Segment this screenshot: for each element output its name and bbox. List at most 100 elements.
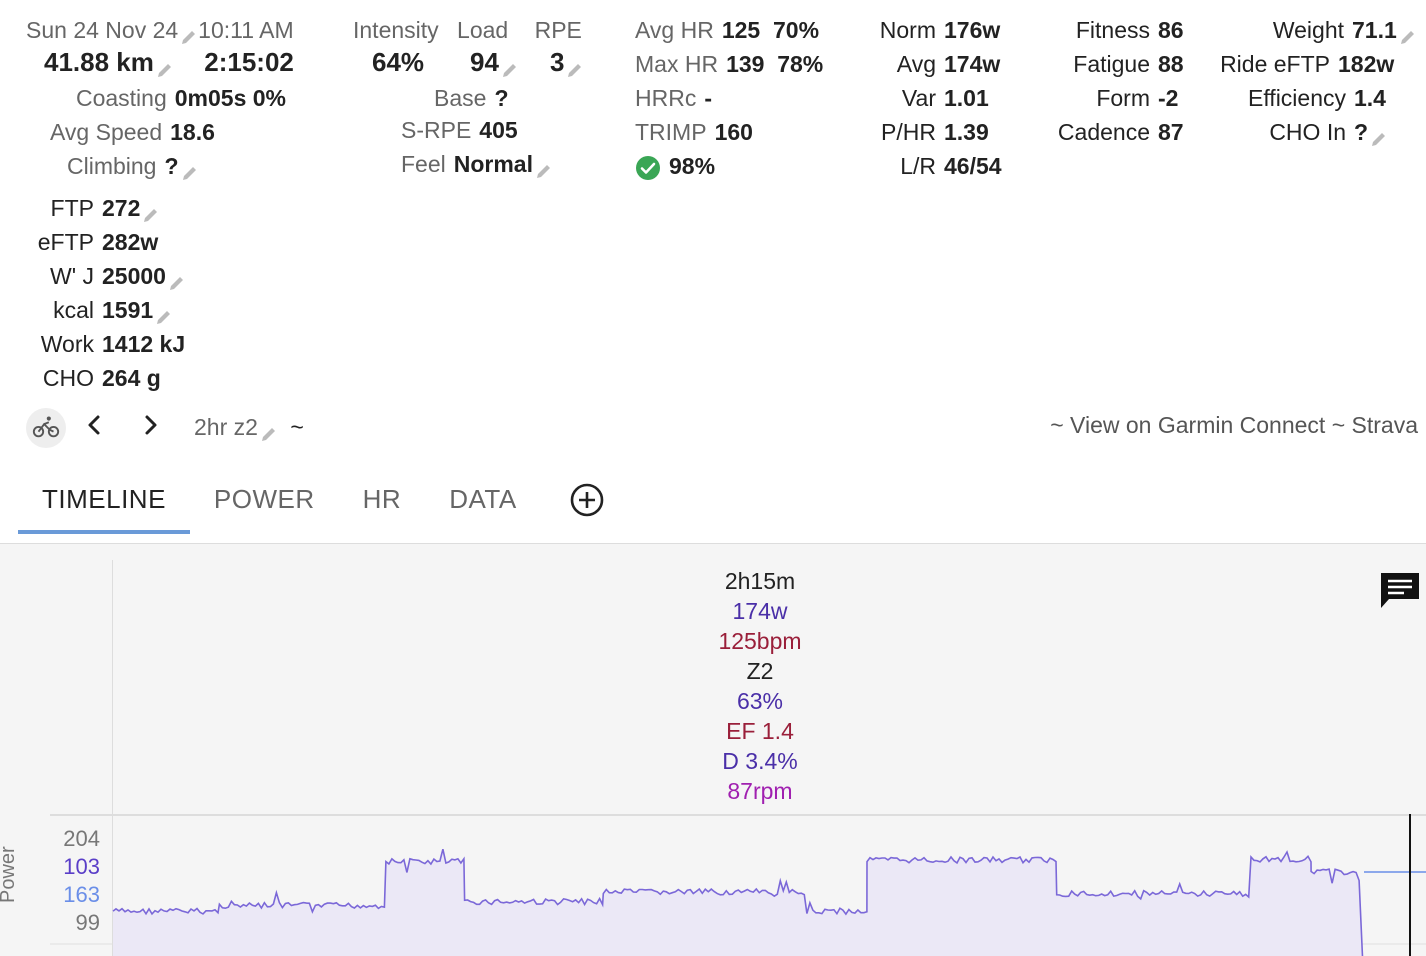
phr-value-wrap: 1.39 [936, 117, 989, 147]
form-value-wrap: -2 [1150, 83, 1178, 113]
srpe-row: S-RPE 405 [401, 115, 518, 145]
feel-label: Feel [401, 151, 446, 177]
cadence-value: 87 [1158, 119, 1184, 145]
hrrc-label: HRRc [635, 85, 697, 111]
edit-ftp-pencil-icon[interactable] [142, 201, 160, 222]
edit-feel-pencil-icon[interactable] [535, 157, 553, 178]
edit-distance-pencil-icon[interactable] [156, 56, 174, 77]
climbing-value: ? [164, 153, 179, 179]
next-activity-button[interactable] [135, 412, 165, 442]
fatigue-value: 88 [1158, 51, 1184, 77]
trimp-label: TRIMP [635, 119, 707, 145]
bike-activity-type-button[interactable] [26, 408, 66, 448]
avg-speed-value: 18.6 [170, 119, 215, 145]
edit-climbing-pencil-icon[interactable] [181, 159, 199, 180]
avg-hr-value: 125 70% [721, 17, 820, 43]
kcal-value-row: 1591 [94, 295, 173, 325]
activity-name[interactable]: 2hr z2 [194, 414, 258, 440]
coasting-label: Coasting [75, 85, 167, 111]
avg-hr-label: Avg HR [635, 17, 714, 43]
edit-rpe-pencil-icon[interactable] [566, 56, 584, 77]
distance-duration-row: 41.88 km 2:15:02 [44, 47, 294, 78]
eftp-value-row: 282w [94, 227, 158, 257]
ride-eftp-label: Ride eFTP [1220, 51, 1330, 77]
edit-date-pencil-icon[interactable] [180, 23, 198, 44]
tab-data[interactable]: DATA [425, 470, 540, 534]
wj-label: W' J [50, 263, 94, 289]
weight-value: 71.1 [1352, 17, 1397, 43]
var-value-wrap: 1.01 [936, 83, 989, 113]
power-chart[interactable] [50, 814, 1426, 956]
edit-kcal-pencil-icon[interactable] [155, 303, 173, 324]
avg-power-label: Avg [896, 51, 936, 77]
load-values: 64% [372, 47, 424, 78]
efficiency-label: Efficiency [1247, 85, 1346, 111]
activity-time: 10:11 AM [198, 17, 294, 43]
coasting-value: 0m05s 0% [174, 85, 286, 111]
hrrc-value: - [704, 85, 713, 111]
external-links[interactable]: ~ View on Garmin Connect ~ Strava [1050, 410, 1418, 440]
avg-hr-row: Avg HR 125 70% [635, 15, 819, 45]
summary-cadence: 87rpm [727, 778, 793, 804]
fatigue-value-wrap: 88 [1150, 49, 1184, 79]
norm-label: Norm [879, 17, 936, 43]
fitness-value-wrap: 86 [1150, 15, 1184, 45]
norm-value: 176w [944, 17, 1001, 43]
chevron-left-icon [83, 413, 107, 442]
wj-value: 25000 [102, 263, 166, 289]
trimp-row: TRIMP 160 [635, 117, 753, 147]
lr-label: L/R [900, 153, 936, 179]
load-label: Load [457, 17, 509, 43]
cho-in-value: ? [1354, 119, 1369, 145]
power-series [112, 849, 1426, 956]
edit-wj-pencil-icon[interactable] [168, 269, 186, 290]
cho-in-label: CHO In [1269, 119, 1346, 145]
lr-value: 46/54 [944, 153, 1002, 179]
cadence-label: Cadence [1057, 119, 1150, 145]
weight-value-wrap: 71.1 [1344, 15, 1417, 45]
efficiency-value: 1.4 [1354, 85, 1386, 111]
activity-date: Sun 24 Nov 24 [26, 17, 179, 43]
feel-row: Feel Normal [401, 149, 553, 179]
avg-power-value: 174w [944, 51, 1001, 77]
kcal-label: kcal [53, 297, 94, 323]
intensity-value: 64% [372, 47, 425, 77]
ftp-value: 272 [102, 195, 141, 221]
add-tab-button[interactable] [541, 470, 629, 523]
duration-value: 2:15:02 [204, 47, 294, 77]
edit-weight-pencil-icon[interactable] [1399, 23, 1417, 44]
summary-duration: 2h15m [724, 568, 796, 594]
tab-power[interactable]: POWER [190, 470, 339, 534]
form-label: Form [1096, 85, 1150, 111]
tab-hr[interactable]: HR [339, 470, 426, 534]
hrrc-row: HRRc - [635, 83, 712, 113]
kcal-value: 1591 [102, 297, 154, 323]
rpe-label: RPE [534, 17, 582, 43]
norm-value-wrap: 176w [936, 15, 1000, 45]
load-value-row: 94 [470, 47, 519, 78]
efficiency-value-wrap: 1.4 [1346, 83, 1386, 113]
activity-tabs: TIMELINE POWER HR DATA [18, 470, 629, 534]
form-value: -2 [1158, 85, 1179, 111]
comment-button[interactable] [1378, 570, 1422, 612]
max-hr-label: Max HR [635, 51, 719, 77]
rpe-value-row: 3 [550, 47, 584, 78]
prev-activity-button[interactable] [80, 412, 110, 442]
tab-timeline[interactable]: TIMELINE [18, 470, 190, 534]
feel-value: Normal [453, 151, 533, 177]
edit-load-pencil-icon[interactable] [501, 56, 519, 77]
bike-icon [31, 411, 61, 446]
ftp-label: FTP [50, 195, 94, 221]
avg-speed-row: Avg Speed 18.6 [50, 117, 215, 147]
edit-name-pencil-icon[interactable] [260, 420, 278, 441]
activity-name-row: 2hr z2 ~ [194, 412, 304, 442]
edit-cho-in-pencil-icon[interactable] [1370, 125, 1388, 146]
eftp-value: 282w [102, 229, 159, 255]
wj-value-row: 25000 [94, 261, 186, 291]
fitness-value: 86 [1158, 17, 1184, 43]
ride-eftp-value-wrap: 182w [1330, 49, 1394, 79]
fitness-label: Fitness [1075, 17, 1150, 43]
summary-intensity: 63% [736, 688, 784, 714]
chevron-right-icon [138, 413, 162, 442]
hr-quality-value: 98% [669, 153, 716, 179]
